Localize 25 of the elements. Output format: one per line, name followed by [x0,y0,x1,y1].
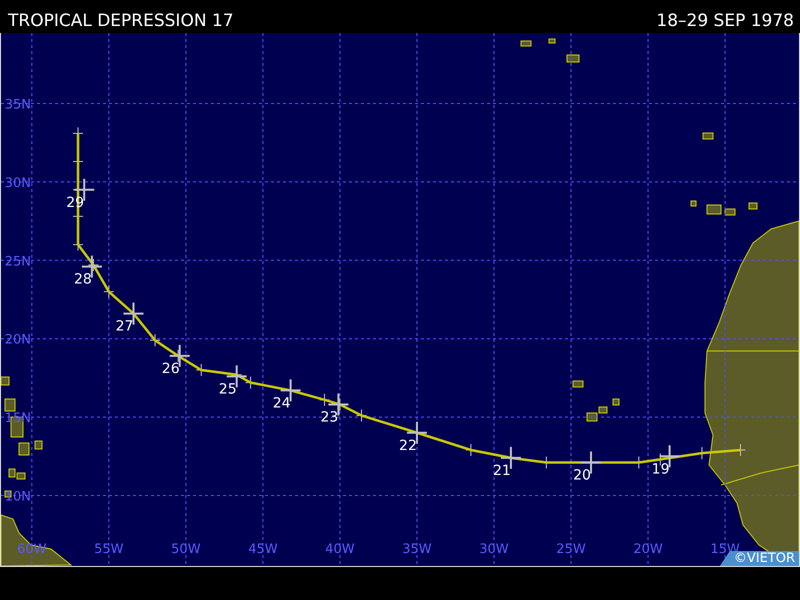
date-range: 18–29 SEP 1978 [656,11,794,31]
day-label: 28 [74,272,92,288]
latitude-label: 30N [4,176,31,191]
longitude-label: 35W [402,542,432,557]
day-label: 21 [493,462,511,479]
longitude-label: 40W [325,542,355,557]
longitude-label: 60W [17,542,47,557]
day-label: 25 [218,381,237,398]
longitude-label: 55W [94,542,124,557]
day-label: 23 [320,410,338,426]
day-label: 22 [399,438,417,454]
latitude-label: 25N [4,254,31,270]
day-label: 19 [652,461,670,478]
day-label: 27 [116,318,134,335]
longitude-label: 30W [479,542,509,557]
longitude-label: 45W [248,542,278,557]
day-label: 24 [272,395,291,412]
latitude-label: 35N [4,98,31,113]
day-label: 26 [162,360,180,377]
day-label: 20 [573,468,591,484]
longitude-label: 20W [633,542,663,557]
longitude-label: 50W [171,542,201,557]
map-title: TROPICAL DEPRESSION 17 [8,11,234,31]
latitude-label: 20N [4,332,31,348]
longitude-label: 25W [556,542,586,557]
